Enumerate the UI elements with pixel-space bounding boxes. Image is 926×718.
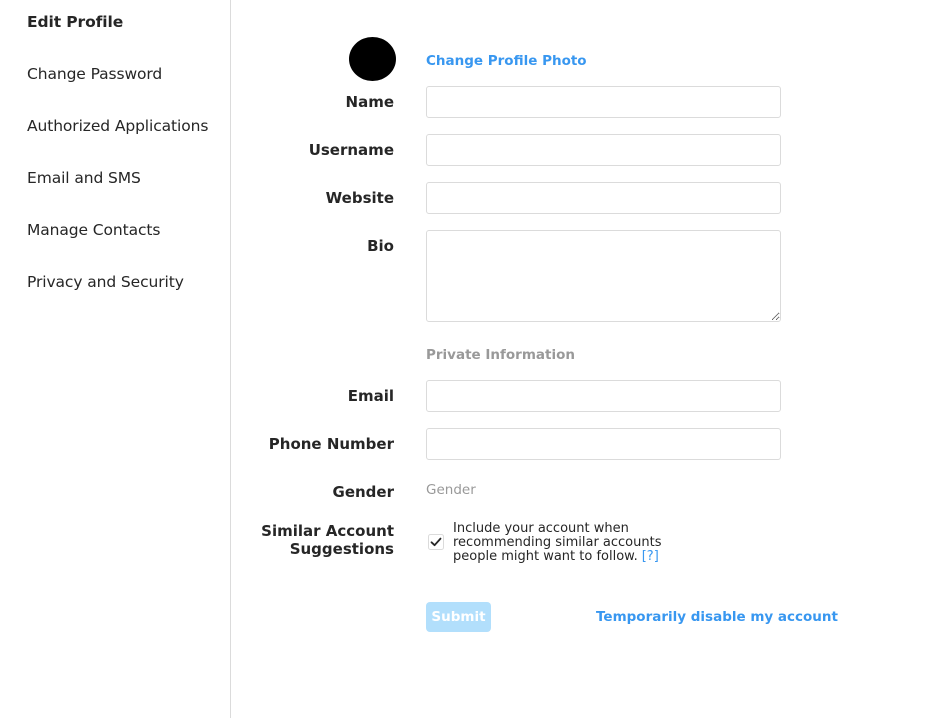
email-input[interactable] bbox=[426, 380, 781, 412]
similar-account-description: Include your account when recommending s… bbox=[453, 522, 673, 564]
sidebar-item-authorized-applications[interactable]: Authorized Applications bbox=[27, 117, 208, 135]
edit-profile-form: Change Profile Photo Name Username Websi… bbox=[232, 0, 926, 718]
similar-account-label-line2: Suggestions bbox=[289, 540, 394, 558]
gender-label: Gender bbox=[332, 483, 394, 501]
bio-textarea[interactable] bbox=[426, 230, 781, 322]
similar-account-label-line1: Similar Account bbox=[261, 522, 394, 540]
website-label: Website bbox=[325, 189, 394, 207]
help-link[interactable]: [?] bbox=[642, 549, 659, 564]
avatar[interactable] bbox=[349, 37, 396, 81]
disable-account-link[interactable]: Temporarily disable my account bbox=[596, 609, 838, 625]
similar-account-checkbox[interactable] bbox=[428, 534, 444, 550]
similar-account-suggestions-label: Similar Account Suggestions bbox=[254, 522, 394, 558]
sidebar-item-edit-profile[interactable]: Edit Profile bbox=[27, 13, 123, 31]
bio-label: Bio bbox=[367, 237, 394, 255]
change-profile-photo-link[interactable]: Change Profile Photo bbox=[426, 53, 587, 69]
email-label: Email bbox=[347, 387, 394, 405]
name-input[interactable] bbox=[426, 86, 781, 118]
username-input[interactable] bbox=[426, 134, 781, 166]
sidebar-item-email-and-sms[interactable]: Email and SMS bbox=[27, 169, 141, 187]
sidebar-item-manage-contacts[interactable]: Manage Contacts bbox=[27, 221, 160, 239]
phone-number-label: Phone Number bbox=[268, 435, 394, 453]
website-input[interactable] bbox=[426, 182, 781, 214]
similar-account-description-text: Include your account when recommending s… bbox=[453, 521, 662, 564]
sidebar-item-privacy-and-security[interactable]: Privacy and Security bbox=[27, 273, 184, 291]
username-label: Username bbox=[308, 141, 394, 159]
gender-field[interactable]: Gender bbox=[426, 482, 476, 498]
sidebar-item-change-password[interactable]: Change Password bbox=[27, 65, 162, 83]
settings-sidebar: Edit Profile Change Password Authorized … bbox=[0, 0, 231, 718]
name-label: Name bbox=[345, 93, 394, 111]
private-information-heading: Private Information bbox=[426, 347, 575, 363]
phone-number-input[interactable] bbox=[426, 428, 781, 460]
submit-button[interactable]: Submit bbox=[426, 602, 491, 632]
